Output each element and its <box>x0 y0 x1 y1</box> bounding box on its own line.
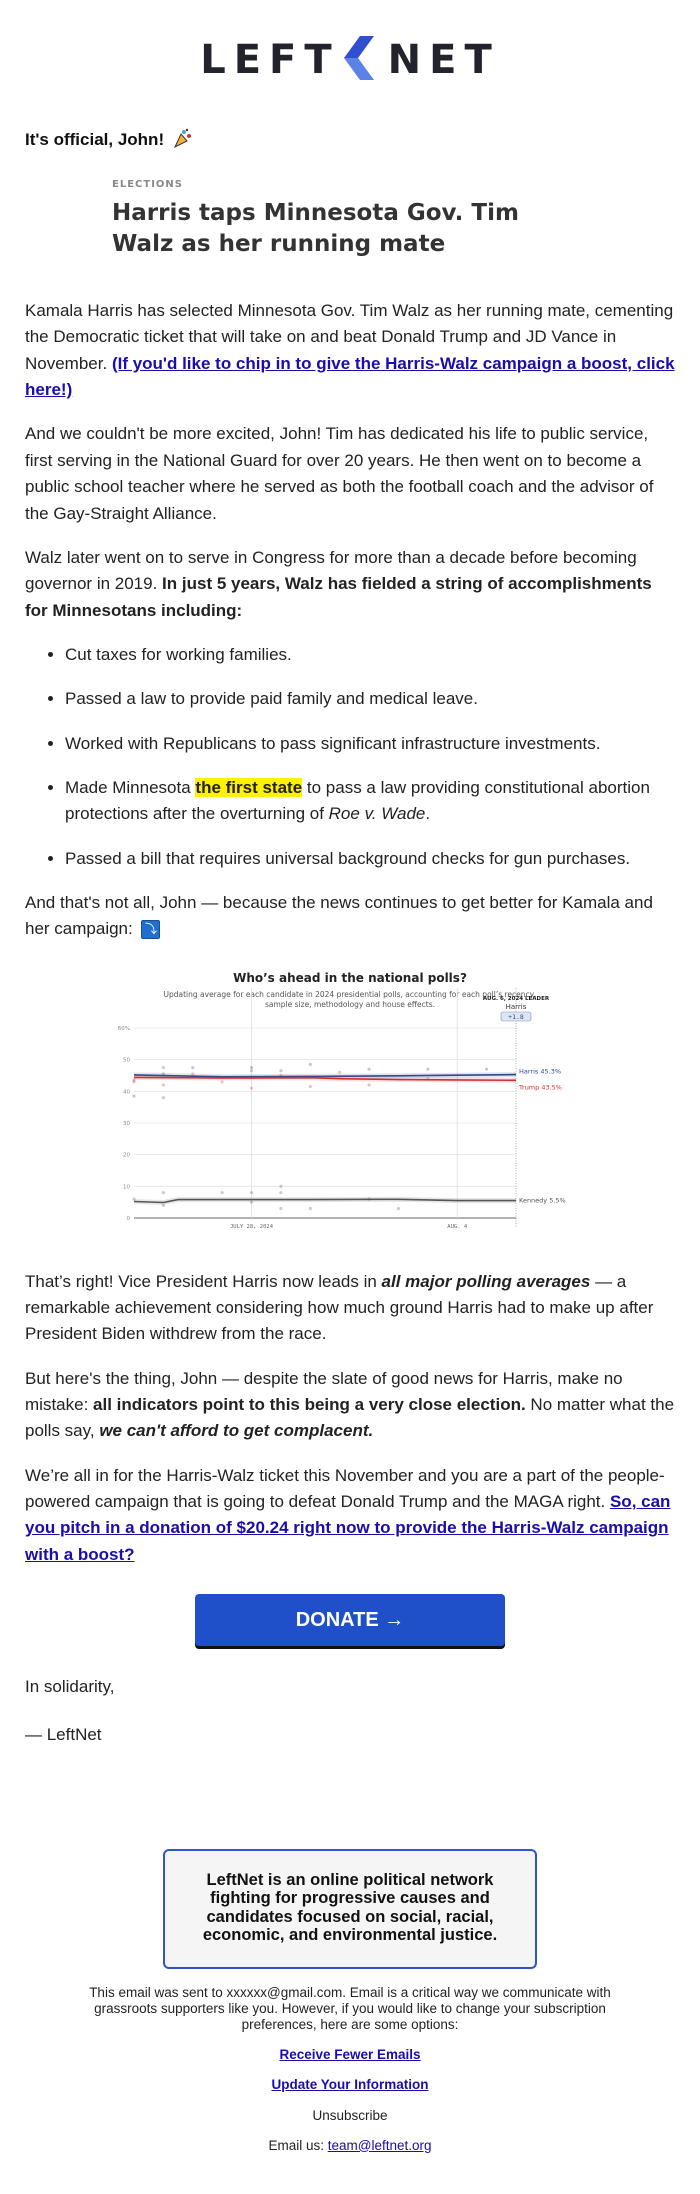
series-label-trump: Trump 43.5% <box>518 1083 562 1091</box>
email-body: LEFT NET It's official, John! ELECTIONS … <box>0 0 700 2194</box>
accomplishments-list: Cut taxes for working families. Passed a… <box>25 642 675 872</box>
poll-dot-harris <box>367 1067 371 1071</box>
poll-dot-trump <box>338 1070 342 1074</box>
highlighted-text: the first state <box>195 777 303 797</box>
list-item: Made Minnesota the first state to pass a… <box>65 775 675 828</box>
series-label-kennedy: Kennedy 5.5% <box>519 1196 566 1204</box>
poll-dot-kennedy <box>279 1206 283 1210</box>
poll-dot-kennedy <box>396 1206 401 1210</box>
list-item: Passed a bill that requires universal ba… <box>65 846 675 872</box>
poll-dot-harris <box>279 1068 283 1072</box>
party-popper-icon <box>173 128 193 153</box>
about-box: LeftNet is an online political network f… <box>163 1848 537 1969</box>
paragraph-congress: Walz later went on to serve in Congress … <box>25 545 675 624</box>
poll-dot-harris <box>426 1067 430 1071</box>
email-us-label: Email us: <box>268 2137 328 2153</box>
paragraph-background: And we couldn't be more excited, John! T… <box>25 424 654 523</box>
poll-dot-kennedy <box>279 1190 283 1194</box>
y-tick-label: 40 <box>123 1089 130 1095</box>
donate-section: DONATE → <box>25 1594 675 1647</box>
poll-dot-harris <box>191 1065 195 1069</box>
article-kicker: ELECTIONS <box>112 179 183 190</box>
series-label-harris: Harris 45.3% <box>519 1067 561 1075</box>
paragraph-intro: Kamala Harris has selected Minnesota Gov… <box>25 298 675 403</box>
leader-margin: +1.8 <box>508 1013 524 1021</box>
paragraph-warning: But here's the thing, John — despite the… <box>25 1366 675 1445</box>
paragraph-text: And that's not all, John — because the n… <box>25 892 653 939</box>
poll-dot-kennedy <box>279 1184 283 1188</box>
poll-dot-harris <box>132 1094 136 1098</box>
poll-dot-kennedy <box>308 1206 312 1210</box>
email-us: Email us: team@leftnet.org <box>0 2138 700 2194</box>
poll-dot-trump <box>161 1083 165 1087</box>
chevron-left-logo-icon <box>343 35 374 85</box>
y-tick-label: 0 <box>127 1216 131 1222</box>
poll-dot-trump <box>132 1079 136 1084</box>
paragraph-news: And that's not all, John — because the n… <box>25 890 675 943</box>
x-tick-label: AUG. 4 <box>447 1224 468 1230</box>
leftnet-logo[interactable]: LEFT NET <box>0 0 700 120</box>
y-tick-label: 20 <box>123 1152 130 1158</box>
article-header: ELECTIONS Harris taps Minnesota Gov. Tim… <box>112 179 582 260</box>
bold-text: all indicators point to this being a ver… <box>93 1395 526 1414</box>
logo-text-left: LEFT <box>200 37 340 83</box>
chart-canvas: 0 10 20 30 40 50 60% JULY 28, 2024 AUG. 4 AUG. 6,… <box>118 987 566 1230</box>
y-tick-label: 10 <box>123 1184 130 1190</box>
poll-dot-harris <box>485 1067 489 1071</box>
item-text: Made Minnesota <box>65 777 196 797</box>
poll-dot-harris <box>249 1065 254 1069</box>
poll-dot-trump <box>367 1083 371 1087</box>
leader-label: AUG. 6, 2024 LEADER <box>483 996 550 1002</box>
poll-dot-kennedy <box>161 1190 165 1194</box>
donate-button[interactable]: DONATE → <box>195 1594 505 1647</box>
list-item: Worked with Republicans to pass signific… <box>65 731 675 757</box>
paragraph-ask: We’re all in for the Harris-Walz ticket … <box>25 1463 675 1568</box>
poll-dot-trump <box>249 1068 254 1072</box>
logo-text-right: NET <box>387 37 500 83</box>
y-tick-label: 60% <box>118 1026 130 1032</box>
poll-dot-trump <box>220 1079 224 1084</box>
chip-in-link[interactable]: (If you'd like to chip in to give the Ha… <box>25 354 675 399</box>
poll-dot-kennedy <box>220 1190 224 1194</box>
article-headline: Harris taps Minnesota Gov. Tim Walz as h… <box>112 200 519 258</box>
list-item: Cut taxes for working families. <box>65 642 675 668</box>
footer: This email was sent to xxxxxx@gmail.com.… <box>0 1985 700 2194</box>
arrow-down-icon: ⤵ <box>141 920 161 940</box>
team-email-link[interactable]: team@leftnet.org <box>328 2138 432 2153</box>
italic-text: Roe v. Wade <box>328 804 426 824</box>
email-content: Kamala Harris has selected Minnesota Gov… <box>0 298 700 1749</box>
polling-chart: Who’s ahead in the national polls? Updat… <box>110 961 590 1239</box>
greeting-text: It's official, John! <box>25 129 165 149</box>
update-information-link[interactable]: Update Your Information <box>271 2077 428 2092</box>
paragraph-polls: That’s right! Vice President Harris now … <box>25 1269 675 1348</box>
list-item: Passed a law to provide paid family and … <box>65 686 675 712</box>
bold-italic-text: all major polling averages <box>381 1271 591 1291</box>
y-tick-label: 30 <box>123 1121 130 1127</box>
poll-dot-kennedy <box>249 1190 254 1194</box>
signoff-line: In solidarity, <box>25 1677 115 1697</box>
bold-italic-text: we can't afford to get complacent. <box>99 1421 374 1441</box>
unsubscribe-link[interactable]: Unsubscribe <box>0 2108 700 2124</box>
receive-fewer-emails-link[interactable]: Receive Fewer Emails <box>279 2047 420 2062</box>
greeting: It's official, John! <box>0 128 700 153</box>
x-tick-label: JULY 28, 2024 <box>230 1224 274 1230</box>
leader-name: Harris <box>506 1003 527 1011</box>
signoff-signature: — LeftNet <box>25 1725 102 1745</box>
poll-dot-trump <box>249 1086 254 1090</box>
about-text: LeftNet is an online political network f… <box>202 1870 498 1945</box>
poll-dot-trump <box>308 1084 312 1088</box>
poll-dot-harris <box>308 1062 312 1066</box>
poll-dot-harris <box>161 1095 165 1099</box>
y-tick-label: 50 <box>123 1057 130 1063</box>
paragraph-text: We’re all in for the Harris-Walz ticket … <box>25 1465 665 1512</box>
signoff: In solidarity, — LeftNet <box>25 1674 675 1749</box>
footer-fine-print: This email was sent to xxxxxx@gmail.com.… <box>89 1984 611 2032</box>
item-text: . <box>425 804 431 824</box>
poll-dot-trump <box>161 1065 165 1069</box>
paragraph-text: That’s right! Vice President Harris now … <box>25 1271 382 1291</box>
